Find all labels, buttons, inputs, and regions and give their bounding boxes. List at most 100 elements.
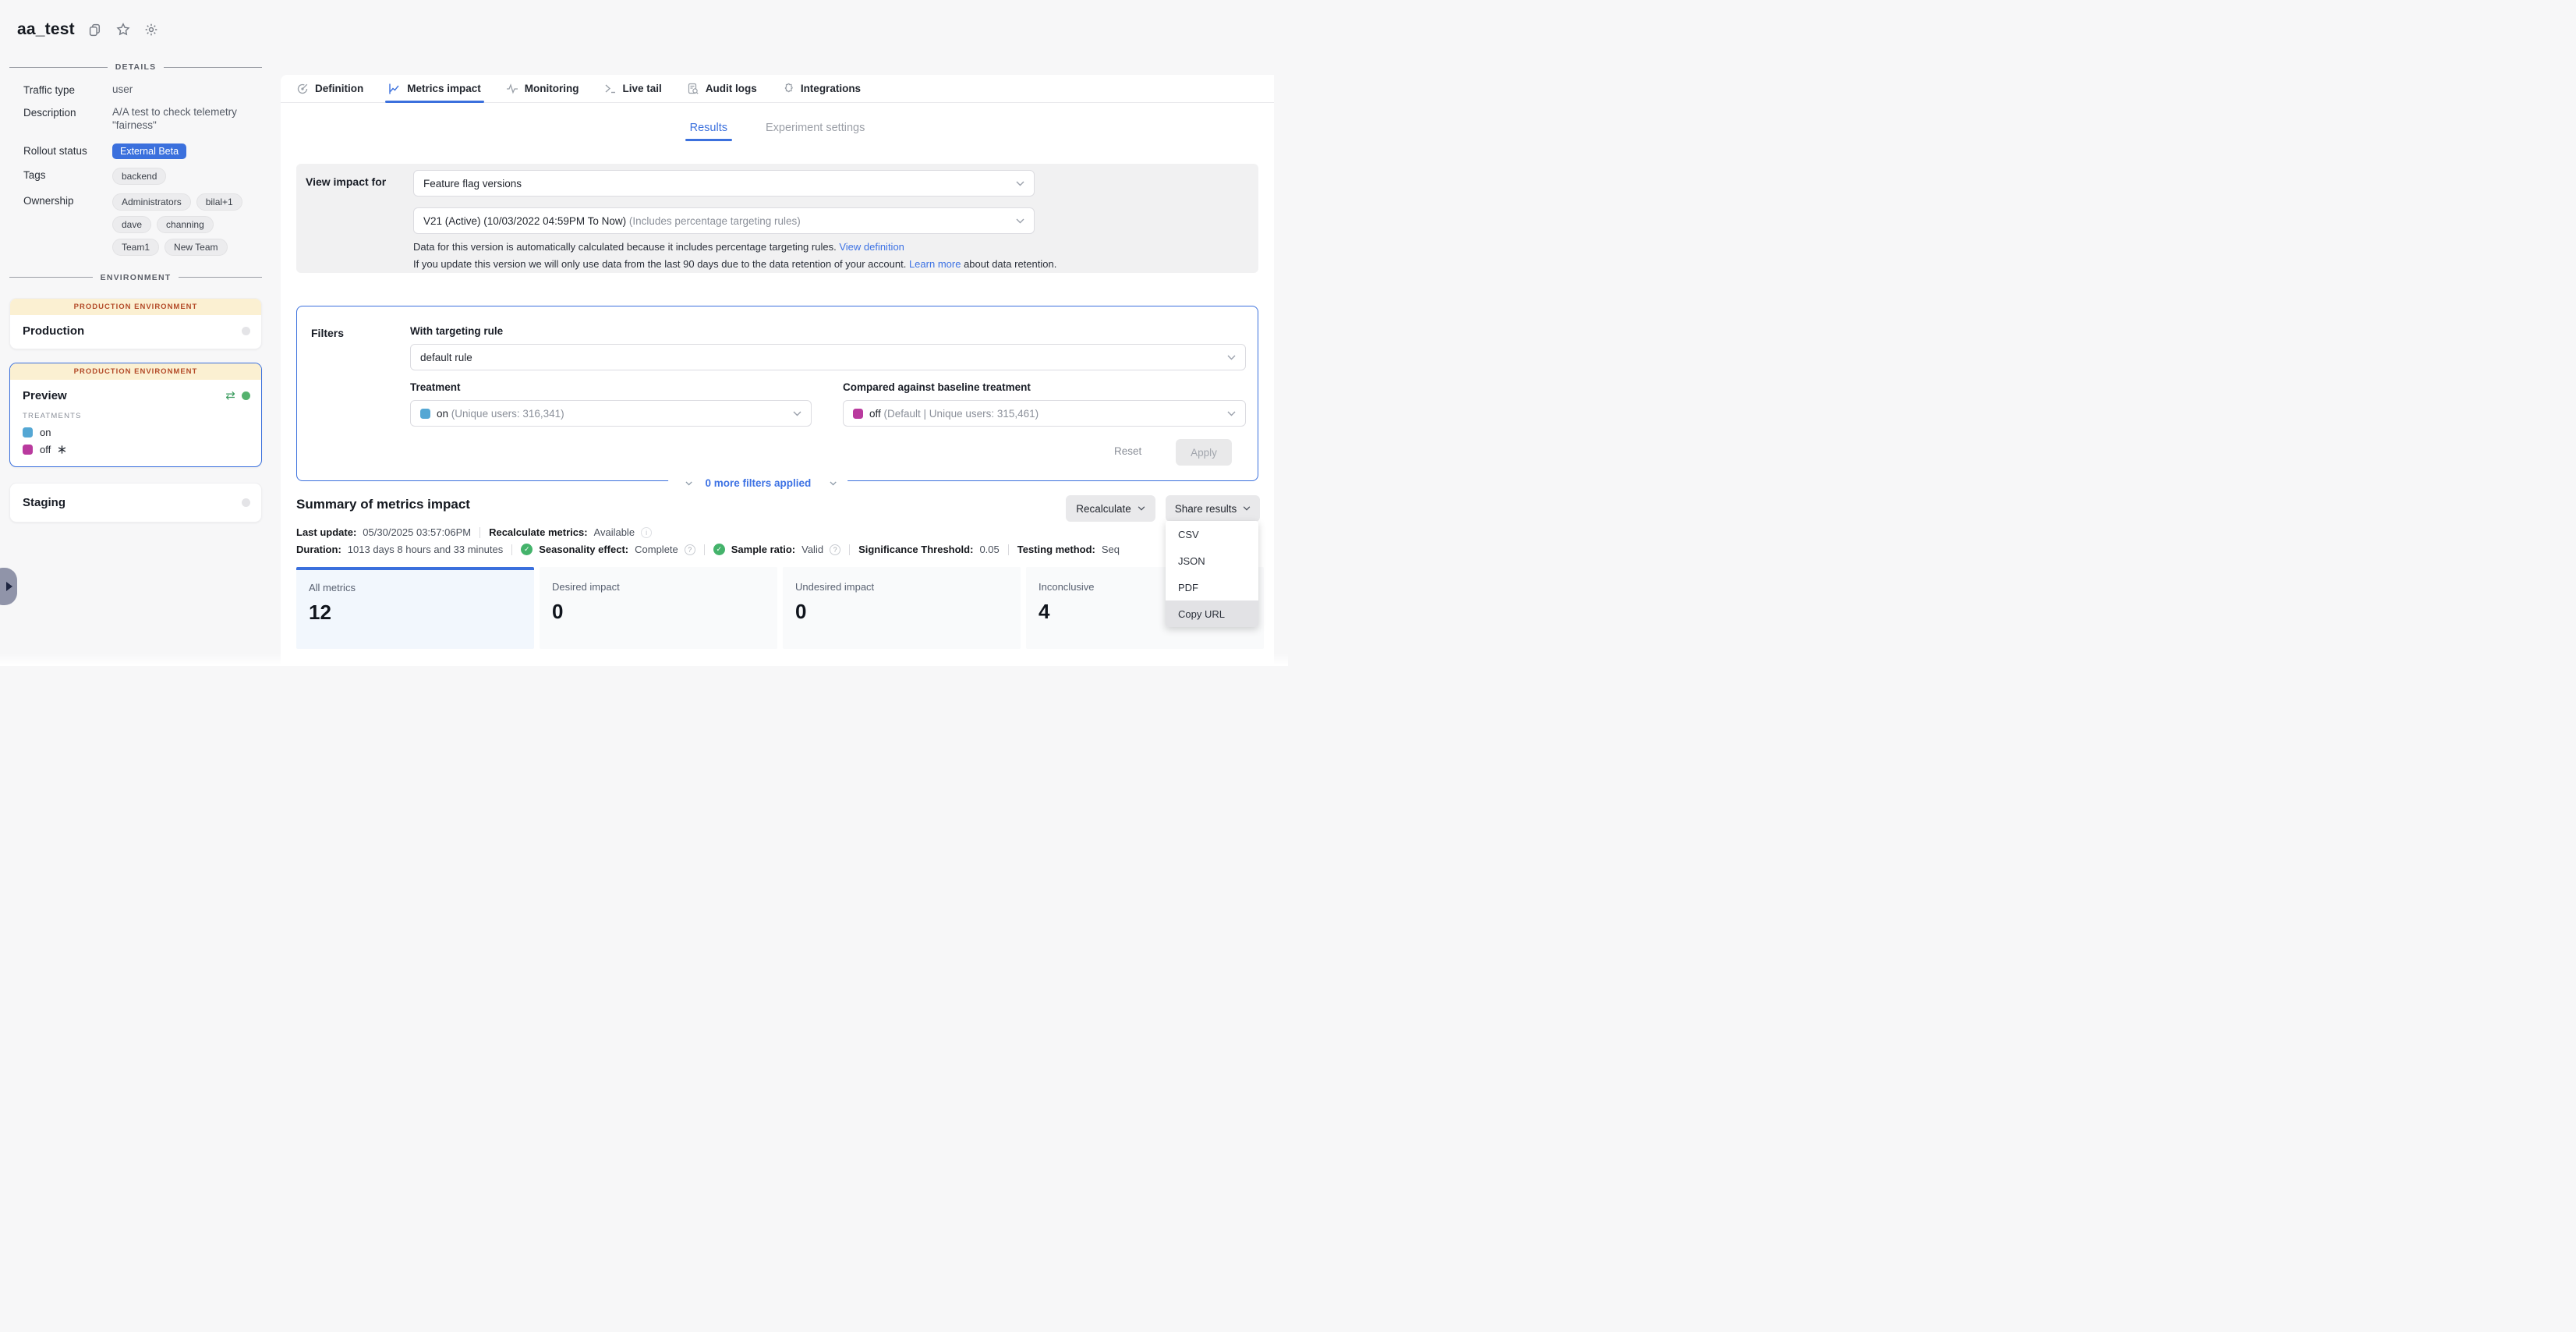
tab-live-tail[interactable]: Live tail	[604, 75, 662, 102]
tab-definition[interactable]: Definition	[296, 75, 363, 102]
view-definition-link[interactable]: View definition	[839, 241, 904, 253]
chevron-down-icon	[1016, 181, 1024, 186]
tab-metrics-impact[interactable]: Metrics impact	[388, 75, 481, 102]
retention-info-line: If you update this version we will only …	[413, 258, 1056, 270]
last-update-value: 05/30/2025 03:57:06PM	[363, 526, 471, 538]
menu-item-json[interactable]: JSON	[1166, 547, 1258, 574]
menu-item-csv[interactable]: CSV	[1166, 521, 1258, 547]
ownership-chip[interactable]: dave	[112, 216, 151, 233]
ownership-chip[interactable]: channing	[157, 216, 214, 233]
help-icon[interactable]: ?	[830, 544, 840, 555]
impact-type-select[interactable]: Feature flag versions	[413, 170, 1035, 197]
summary-title: Summary of metrics impact	[296, 497, 470, 512]
duration-value: 1013 days 8 hours and 33 minutes	[348, 544, 503, 555]
status-dot-gray	[242, 327, 250, 335]
line-chart-icon	[388, 83, 401, 95]
help-icon[interactable]: ?	[685, 544, 695, 555]
version-note: (Includes percentage targeting rules)	[629, 215, 801, 227]
rollout-status-row: Rollout status External Beta	[23, 143, 271, 159]
treatment-on-row: on	[23, 427, 250, 438]
recalculate-button[interactable]: Recalculate	[1066, 495, 1155, 522]
document-search-icon	[687, 83, 699, 95]
targeting-rule-select[interactable]: default rule	[410, 344, 1246, 370]
sample-ratio-value: Valid	[801, 544, 823, 555]
chevron-down-icon	[685, 481, 692, 486]
rollout-status-badge[interactable]: External Beta	[112, 143, 186, 159]
filters-section: Filters With targeting rule default rule…	[296, 306, 1258, 481]
tab-bar: Definition Metrics impact Monitoring	[281, 75, 1274, 103]
recalculate-metrics-value: Available	[594, 526, 635, 538]
subtab-results[interactable]: Results	[690, 122, 727, 141]
tags-row: Tags backend	[23, 168, 271, 185]
ownership-row: Ownership Administrators bilal+1 dave ch…	[23, 193, 271, 256]
apply-button[interactable]: Apply	[1176, 439, 1232, 466]
ownership-chip[interactable]: bilal+1	[196, 193, 242, 211]
chevron-down-icon	[1016, 218, 1024, 224]
copy-icon[interactable]	[89, 23, 102, 37]
tab-monitoring[interactable]: Monitoring	[506, 75, 579, 102]
significance-value: 0.05	[979, 544, 999, 555]
tab-audit-logs[interactable]: Audit logs	[687, 75, 757, 102]
subtab-experiment-settings[interactable]: Experiment settings	[766, 122, 865, 141]
treatments-label: TREATMENTS	[23, 412, 250, 420]
metric-card-all-metrics[interactable]: All metrics 12	[296, 567, 534, 649]
chevron-down-icon	[1227, 411, 1236, 416]
menu-item-copy-url[interactable]: Copy URL	[1166, 600, 1258, 627]
more-filters-toggle[interactable]: 0 more filters applied	[668, 477, 847, 489]
status-row-1: Last update: 05/30/2025 03:57:06PM Recal…	[296, 526, 652, 538]
treatment-off-swatch	[853, 409, 863, 419]
details-grid: Traffic type user Description A/A test t…	[0, 72, 271, 256]
ownership-chip[interactable]: Team1	[112, 239, 159, 256]
production-environment-banner: PRODUCTION ENVIRONMENT	[10, 363, 261, 380]
check-circle-icon: ✓	[713, 544, 725, 555]
env-card-preview[interactable]: PRODUCTION ENVIRONMENT Preview ⇄ TREATME…	[9, 363, 262, 467]
tab-integrations[interactable]: Integrations	[782, 75, 861, 102]
menu-item-pdf[interactable]: PDF	[1166, 574, 1258, 600]
baseline-select[interactable]: off (Default | Unique users: 315,461)	[843, 400, 1246, 427]
puzzle-icon	[782, 83, 794, 95]
environment-heading: ENVIRONMENT	[9, 273, 262, 282]
treatment-label: Treatment	[410, 381, 461, 393]
treatment-on-swatch	[23, 427, 33, 438]
page-header: aa_test	[17, 20, 158, 39]
swap-arrows-icon: ⇄	[225, 390, 235, 402]
bottom-fade	[0, 654, 1288, 666]
results-subtabs: Results Experiment settings	[281, 122, 1274, 141]
traffic-type-value: user	[112, 83, 259, 97]
main-panel: Definition Metrics impact Monitoring	[281, 75, 1274, 666]
seasonality-value: Complete	[635, 544, 678, 555]
treatment-off-row: off	[23, 444, 250, 455]
share-results-button[interactable]: Share results	[1166, 495, 1260, 522]
ownership-chip[interactable]: New Team	[165, 239, 227, 256]
version-select[interactable]: V21 (Active) (10/03/2022 04:59PM To Now)…	[413, 207, 1035, 234]
ownership-chip[interactable]: Administrators	[112, 193, 191, 211]
default-treatment-asterisk-icon	[58, 445, 66, 454]
status-row-2: Duration: 1013 days 8 hours and 33 minut…	[296, 544, 1120, 555]
reset-button[interactable]: Reset	[1114, 445, 1141, 457]
sidebar-collapse-handle[interactable]	[0, 568, 17, 605]
metric-summary-cards: All metrics 12 Desired impact 0 Undesire…	[296, 567, 1264, 649]
env-card-staging[interactable]: Staging	[9, 483, 262, 523]
terminal-icon	[604, 83, 617, 95]
target-icon	[296, 83, 309, 95]
sidebar: DETAILS Traffic type user Description A/…	[0, 62, 271, 536]
env-card-production[interactable]: PRODUCTION ENVIRONMENT Production	[9, 298, 262, 349]
description-value: A/A test to check telemetry "fairness"	[112, 105, 259, 133]
treatment-select[interactable]: on (Unique users: 316,341)	[410, 400, 812, 427]
treatment-on-swatch	[420, 409, 430, 419]
view-impact-label: View impact for	[306, 175, 386, 188]
metric-card-desired-impact[interactable]: Desired impact 0	[540, 567, 777, 649]
metric-card-undesired-impact[interactable]: Undesired impact 0	[783, 567, 1021, 649]
learn-more-link[interactable]: Learn more	[909, 258, 961, 270]
star-icon[interactable]	[116, 23, 130, 37]
chevron-down-icon	[1243, 506, 1251, 511]
tag-chip[interactable]: backend	[112, 168, 166, 185]
gear-icon[interactable]	[144, 23, 158, 37]
info-icon[interactable]: i	[641, 527, 652, 538]
env-name: Preview	[23, 389, 225, 402]
treatment-off-swatch	[23, 445, 33, 455]
chevron-down-icon	[1138, 506, 1145, 511]
chevron-right-icon	[6, 582, 12, 591]
status-dot-green	[242, 391, 250, 400]
check-circle-icon: ✓	[521, 544, 533, 555]
